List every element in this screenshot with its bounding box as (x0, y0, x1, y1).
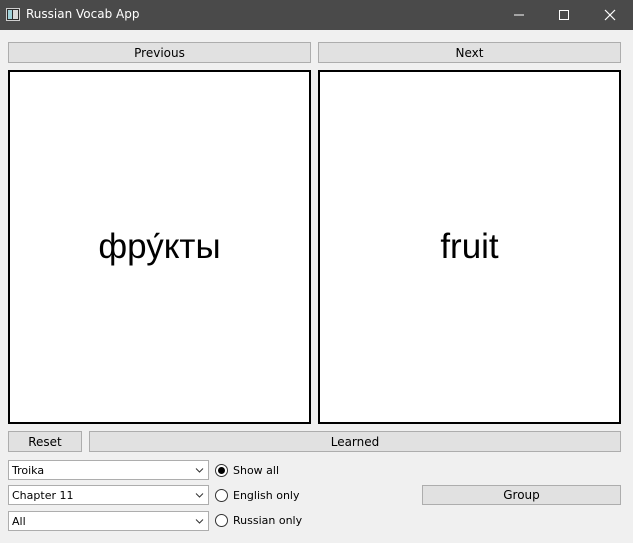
radio-label: Russian only (233, 513, 303, 527)
english-word: fruit (440, 227, 499, 266)
chevron-down-icon (195, 493, 204, 498)
title-bar: Russian Vocab App (0, 0, 633, 30)
radio-show-all[interactable]: Show all (215, 462, 279, 478)
learned-button[interactable]: Learned (89, 431, 621, 452)
radio-circle[interactable] (215, 513, 228, 527)
close-button[interactable] (587, 0, 633, 30)
maximize-button[interactable] (541, 0, 587, 30)
radio-russian-only[interactable]: Russian only (215, 512, 302, 528)
close-icon (604, 9, 616, 21)
filter-select[interactable]: All (8, 511, 209, 531)
minimize-button[interactable] (496, 0, 542, 30)
radio-english-only[interactable]: English only (215, 487, 299, 503)
previous-button[interactable]: Previous (8, 42, 311, 63)
minimize-icon (514, 14, 524, 16)
chevron-down-icon (195, 519, 204, 524)
app-icon (6, 8, 20, 21)
radio-label: English only (233, 488, 300, 502)
reset-button[interactable]: Reset (8, 431, 82, 452)
window-title: Russian Vocab App (26, 7, 140, 21)
radio-circle[interactable] (215, 488, 228, 502)
book-select-value: Troika (12, 464, 45, 477)
radio-label: Show all (233, 463, 280, 477)
chevron-down-icon (195, 468, 204, 473)
chapter-select-value: Chapter 11 (12, 489, 74, 502)
russian-card[interactable]: фру́кты (8, 70, 311, 424)
maximize-icon (559, 10, 569, 20)
russian-word: фру́кты (98, 227, 221, 266)
filter-select-value: All (12, 515, 26, 528)
book-select[interactable]: Troika (8, 460, 209, 480)
chapter-select[interactable]: Chapter 11 (8, 485, 209, 505)
radio-circle-checked[interactable] (215, 463, 228, 477)
group-button[interactable]: Group (422, 485, 621, 505)
english-card[interactable]: fruit (318, 70, 621, 424)
next-button[interactable]: Next (318, 42, 621, 63)
